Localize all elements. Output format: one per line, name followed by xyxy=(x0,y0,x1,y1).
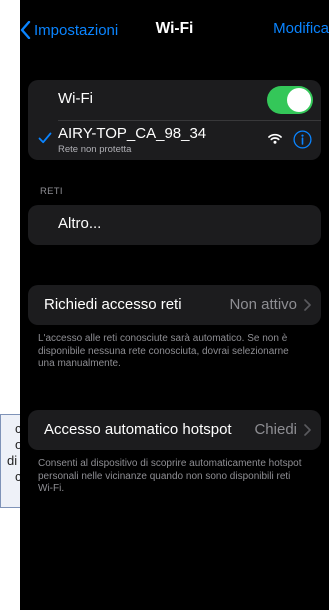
wifi-settings-screen: Impostazioni Wi-Fi Modifica Wi-Fi AIRY-T… xyxy=(20,0,329,610)
back-button-label: Impostazioni xyxy=(34,21,119,39)
networks-section-header: RETI xyxy=(40,186,63,197)
wifi-label: Wi-Fi xyxy=(58,90,93,107)
networks-group: Altro... xyxy=(28,205,321,245)
chevron-right-icon xyxy=(304,299,311,311)
toggle-knob xyxy=(287,88,311,112)
auto-hotspot-label: Accesso automatico hotspot xyxy=(44,421,232,438)
info-icon[interactable] xyxy=(293,130,312,149)
chevron-right-icon xyxy=(304,424,311,436)
ask-to-join-row[interactable]: Richiedi accesso reti Non attivo xyxy=(28,285,321,325)
wifi-signal-icon xyxy=(268,133,282,144)
navigation-bar: Impostazioni Wi-Fi Modifica xyxy=(20,0,329,64)
back-button[interactable]: Impostazioni xyxy=(20,18,118,42)
checkmark-icon xyxy=(38,132,52,144)
other-network-row[interactable]: Altro... xyxy=(28,205,321,245)
network-security: Rete non protetta xyxy=(58,144,132,155)
ask-to-join-value: Non attivo xyxy=(229,296,297,313)
auto-hotspot-row[interactable]: Accesso automatico hotspot Chiedi xyxy=(28,410,321,450)
wifi-toggle[interactable] xyxy=(267,86,313,114)
auto-hotspot-group: Accesso automatico hotspot Chiedi xyxy=(28,410,321,450)
connected-network-row[interactable]: AIRY-TOP_CA_98_34 Rete non protetta xyxy=(28,120,321,160)
divider xyxy=(58,120,321,121)
other-network-label: Altro... xyxy=(58,215,102,232)
chevron-left-icon xyxy=(20,21,31,39)
wifi-group: Wi-Fi AIRY-TOP_CA_98_34 Rete non protett… xyxy=(28,80,321,160)
ask-to-join-label: Richiedi accesso reti xyxy=(44,296,182,313)
ask-to-join-footnote: L'accesso alle reti conosciute sarà auto… xyxy=(38,333,289,369)
network-name: AIRY-TOP_CA_98_34 xyxy=(58,125,207,142)
wifi-toggle-row: Wi-Fi xyxy=(28,80,321,120)
edit-button[interactable]: Modifica xyxy=(273,20,329,37)
auto-hotspot-value: Chiedi xyxy=(254,421,297,438)
ask-to-join-group: Richiedi accesso reti Non attivo xyxy=(28,285,321,325)
auto-hotspot-footnote: Consenti al dispositivo di scoprire auto… xyxy=(38,458,302,494)
